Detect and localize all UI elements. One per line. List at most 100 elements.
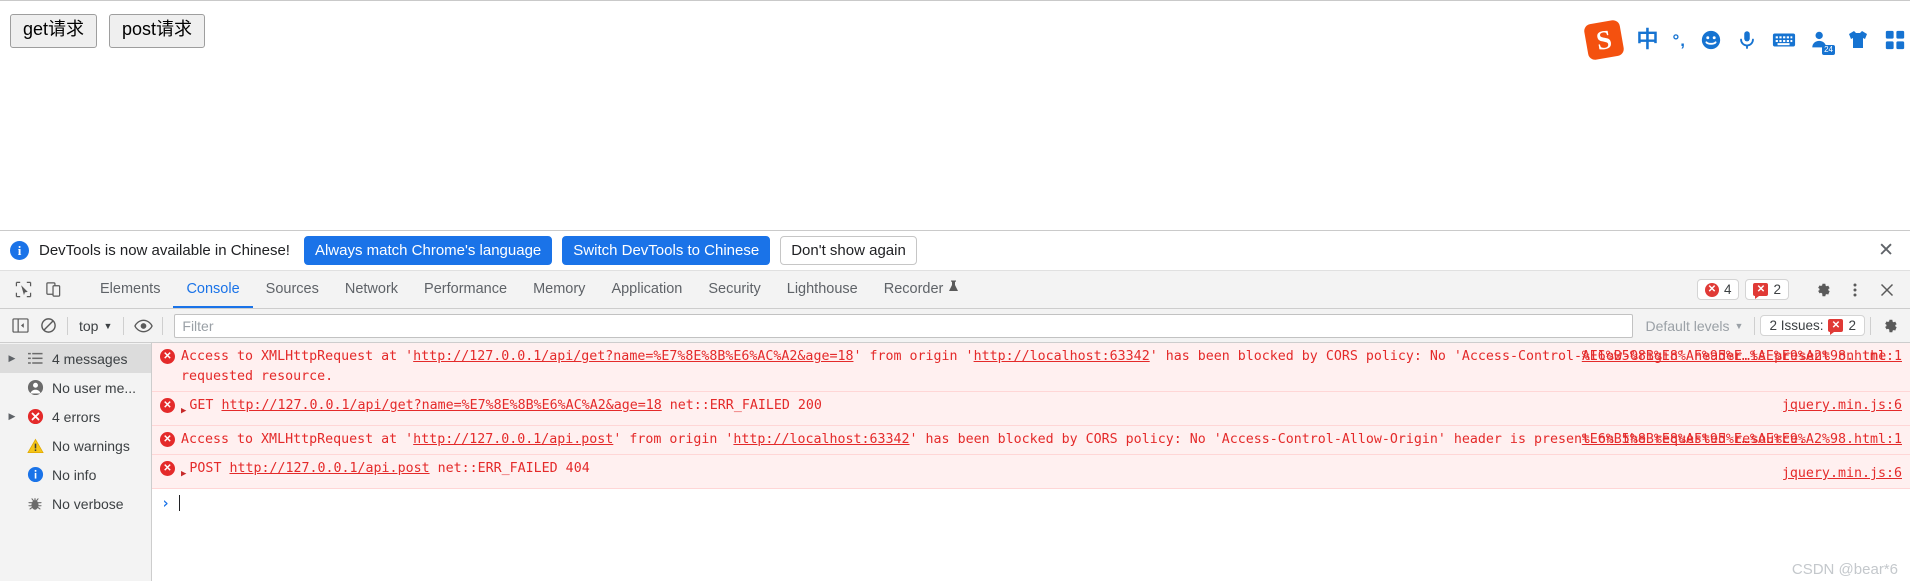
sidebar-item-info[interactable]: No info bbox=[0, 460, 151, 489]
message-link[interactable]: http://127.0.0.1/api.post bbox=[413, 432, 613, 447]
message-link[interactable]: http://127.0.0.1/api/get?name=%E7%8E%8B%… bbox=[413, 349, 853, 364]
sidebar-item-errors[interactable]: ▶ 4 errors bbox=[0, 402, 151, 431]
clear-console-icon[interactable] bbox=[34, 313, 62, 339]
sidebar-item-messages[interactable]: ▶ 4 messages bbox=[0, 344, 151, 373]
filter-input[interactable] bbox=[174, 314, 1633, 338]
verbose-bug-icon bbox=[25, 496, 45, 512]
toolbar-divider bbox=[123, 317, 124, 335]
more-vertical-icon[interactable] bbox=[1842, 277, 1868, 303]
close-icon[interactable]: ✕ bbox=[1874, 241, 1898, 260]
chevron-right-icon[interactable]: ▶ bbox=[6, 353, 18, 364]
get-request-button[interactable]: get请求 bbox=[10, 14, 97, 48]
console-toolbar: top ▼ Default levels ▼ 2 Issues: ✕ 2 bbox=[0, 309, 1910, 343]
inspect-element-icon[interactable] bbox=[10, 277, 36, 303]
message-source-link[interactable]: jquery.min.js:6 bbox=[1782, 464, 1902, 484]
tab-console[interactable]: Console bbox=[173, 271, 252, 308]
tab-memory[interactable]: Memory bbox=[520, 271, 598, 308]
console-message-row[interactable]: ✕▶GET http://127.0.0.1/api/get?name=%E7%… bbox=[152, 392, 1910, 426]
log-levels-selector[interactable]: Default levels ▼ bbox=[1639, 318, 1749, 334]
message-link[interactable]: http://localhost:63342 bbox=[974, 349, 1150, 364]
tab-elements[interactable]: Elements bbox=[87, 271, 173, 308]
message-text-part: ' from origin ' bbox=[853, 349, 973, 364]
info-icon: i bbox=[10, 241, 29, 260]
console-message-row[interactable]: ✕▶POST http://127.0.0.1/api.post net::ER… bbox=[152, 455, 1910, 489]
gear-icon[interactable] bbox=[1876, 313, 1904, 339]
live-expression-eye-icon[interactable] bbox=[129, 313, 157, 339]
info-icon bbox=[25, 466, 45, 483]
tab-label: Network bbox=[345, 281, 398, 297]
tab-network[interactable]: Network bbox=[332, 271, 411, 308]
tab-application[interactable]: Application bbox=[598, 271, 695, 308]
tab-security[interactable]: Security bbox=[695, 271, 773, 308]
device-toolbar-icon[interactable] bbox=[40, 277, 66, 303]
chinese-mode-icon[interactable]: 中 bbox=[1636, 27, 1658, 53]
sogou-ime-toolbar[interactable]: S 中 °, 24 bbox=[1586, 23, 1906, 57]
tab-performance[interactable]: Performance bbox=[411, 271, 520, 308]
console-message-row[interactable]: ✕Access to XMLHttpRequest at 'http://127… bbox=[152, 426, 1910, 455]
microphone-icon[interactable] bbox=[1736, 27, 1758, 53]
skin-shirt-icon[interactable] bbox=[1846, 27, 1870, 53]
always-match-language-button[interactable]: Always match Chrome's language bbox=[304, 236, 552, 265]
message-source-link[interactable]: %E6%B5%8B%E8%AF%95%E…%AE%E9%A2%98.html:1 bbox=[1582, 430, 1902, 450]
post-request-button[interactable]: post请求 bbox=[109, 14, 205, 48]
user-24-badge: 24 bbox=[1822, 45, 1835, 55]
prompt-arrow-icon: › bbox=[161, 494, 170, 512]
user-24-icon[interactable]: 24 bbox=[1810, 27, 1832, 53]
keyboard-icon[interactable] bbox=[1772, 27, 1796, 53]
error-icon: ✕ bbox=[160, 398, 175, 413]
log-levels-label: Default levels bbox=[1645, 318, 1729, 334]
tab-recorder[interactable]: Recorder bbox=[871, 271, 973, 308]
tab-sources[interactable]: Sources bbox=[253, 271, 332, 308]
message-source-link[interactable]: jquery.min.js:6 bbox=[1782, 396, 1902, 416]
smiley-icon[interactable] bbox=[1700, 27, 1722, 53]
dont-show-again-button[interactable]: Don't show again bbox=[780, 236, 917, 265]
message-link[interactable]: http://127.0.0.1/api/get?name=%E7%8E%8B%… bbox=[221, 398, 661, 413]
toolbar-divider bbox=[1870, 317, 1871, 335]
message-link[interactable]: http://localhost:63342 bbox=[733, 432, 909, 447]
show-console-sidebar-icon[interactable] bbox=[6, 313, 34, 339]
tabbar-left-icons bbox=[0, 271, 87, 308]
expand-triangle-icon[interactable]: ▶ bbox=[181, 464, 186, 484]
switch-devtools-chinese-button[interactable]: Switch DevTools to Chinese bbox=[562, 236, 770, 265]
gear-icon[interactable] bbox=[1810, 277, 1836, 303]
message-link[interactable]: http://127.0.0.1/api.post bbox=[229, 461, 429, 476]
console-messages: ✕Access to XMLHttpRequest at 'http://127… bbox=[152, 343, 1910, 581]
error-icon: ✕ bbox=[1705, 283, 1719, 297]
experiment-flask-icon bbox=[948, 280, 959, 297]
message-text-part: Access to XMLHttpRequest at ' bbox=[181, 432, 413, 447]
tab-label: Application bbox=[611, 281, 682, 297]
tab-label: Sources bbox=[266, 281, 319, 297]
banner-message: DevTools is now available in Chinese! bbox=[39, 242, 290, 259]
tab-list: Elements Console Sources Network Perform… bbox=[87, 271, 972, 308]
chevron-right-icon[interactable]: ▶ bbox=[6, 411, 18, 422]
apps-grid-icon[interactable] bbox=[1884, 27, 1906, 53]
punctuation-mode-icon[interactable]: °, bbox=[1672, 27, 1686, 53]
console-body: ▶ 4 messages No user me... ▶ 4 errors bbox=[0, 343, 1910, 581]
message-text-part: Access to XMLHttpRequest at ' bbox=[181, 349, 413, 364]
error-count-chip[interactable]: ✕ 4 bbox=[1697, 279, 1740, 300]
sogou-logo-icon[interactable]: S bbox=[1584, 19, 1626, 61]
issues-chip[interactable]: 2 Issues: ✕ 2 bbox=[1760, 315, 1865, 336]
sidebar-item-user-messages[interactable]: No user me... bbox=[0, 373, 151, 402]
rendered-page: get请求 post请求 S 中 °, 24 bbox=[0, 0, 1910, 230]
tab-lighthouse[interactable]: Lighthouse bbox=[774, 271, 871, 308]
console-message-row[interactable]: ✕Access to XMLHttpRequest at 'http://127… bbox=[152, 343, 1910, 392]
sidebar-item-label: 4 errors bbox=[52, 409, 100, 425]
execution-context-selector[interactable]: top ▼ bbox=[73, 316, 118, 336]
tab-label: Console bbox=[186, 281, 239, 297]
close-icon[interactable] bbox=[1874, 277, 1900, 303]
tab-label: Performance bbox=[424, 281, 507, 297]
message-source-link[interactable]: %E6%B5%8B%E8%AF%95%E…%AE%E9%A2%98.html:1 bbox=[1582, 347, 1902, 367]
sidebar-item-warnings[interactable]: No warnings bbox=[0, 431, 151, 460]
language-banner: i DevTools is now available in Chinese! … bbox=[0, 231, 1910, 271]
expand-triangle-icon[interactable]: ▶ bbox=[181, 401, 186, 421]
message-text-part: net::ERR_FAILED 200 bbox=[662, 398, 822, 413]
issue-count-chip[interactable]: ✕ 2 bbox=[1745, 279, 1789, 300]
text-cursor bbox=[179, 495, 180, 511]
chevron-down-icon: ▼ bbox=[1735, 321, 1744, 331]
message-text-part: ' from origin ' bbox=[613, 432, 733, 447]
sidebar-item-verbose[interactable]: No verbose bbox=[0, 489, 151, 518]
console-prompt[interactable]: › bbox=[152, 489, 1910, 517]
tab-label: Security bbox=[708, 281, 760, 297]
execution-context-label: top bbox=[79, 318, 98, 334]
